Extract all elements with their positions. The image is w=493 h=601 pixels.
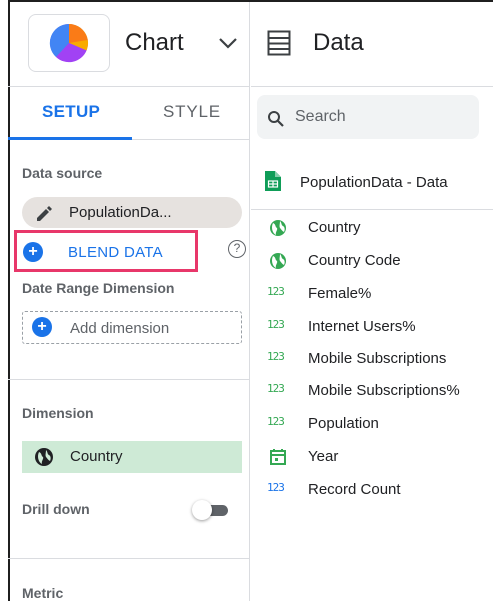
data-source-name: PopulationDa... (69, 204, 172, 221)
date-range-label: Date Range Dimension (22, 280, 175, 296)
section-divider (251, 209, 493, 210)
chart-type-picker[interactable] (28, 14, 110, 72)
drill-down-label: Drill down (22, 501, 90, 517)
field-item[interactable]: 123 Internet Users% (267, 316, 493, 338)
panel-tabs: SETUP STYLE (8, 88, 250, 140)
field-item[interactable]: Year (267, 446, 493, 468)
field-item[interactable]: Country (267, 217, 493, 239)
toggle-thumb (192, 500, 212, 520)
plus-icon[interactable]: + (23, 242, 43, 262)
drill-down-toggle[interactable] (192, 500, 230, 520)
data-panel-title: Data (313, 29, 364, 56)
search-placeholder: Search (295, 108, 346, 125)
field-name: Internet Users% (308, 318, 416, 335)
globe-icon (35, 448, 53, 466)
blend-data-button[interactable]: BLEND DATA (68, 244, 163, 261)
data-source-chip[interactable]: PopulationDa... (22, 197, 242, 228)
field-name: Year (308, 448, 339, 465)
plus-icon: + (32, 317, 52, 337)
metric-label: Metric (22, 585, 64, 601)
globe-icon (270, 220, 286, 236)
number-icon: 123 (267, 481, 285, 494)
pencil-icon[interactable] (34, 203, 54, 223)
number-icon: 123 (267, 350, 285, 363)
data-panel: Data Search PopulationData - Data Countr… (251, 2, 493, 601)
chart-type-header[interactable]: Chart (8, 2, 250, 87)
number-icon: 123 (267, 285, 285, 298)
field-name: Mobile Subscriptions (308, 350, 447, 367)
field-name: Record Count (308, 481, 401, 498)
chart-title: Chart (125, 29, 184, 56)
section-divider (8, 379, 250, 380)
data-source-title: PopulationData - Data (300, 174, 448, 191)
data-source-row[interactable]: PopulationData - Data (265, 170, 448, 197)
tab-style[interactable]: STYLE (163, 102, 221, 122)
field-item[interactable]: Country Code (267, 250, 493, 272)
globe-icon (270, 253, 286, 269)
field-search-input[interactable]: Search (257, 95, 479, 139)
number-icon: 123 (267, 318, 285, 331)
sheets-icon (265, 171, 281, 191)
add-dimension-label: Add dimension (70, 320, 170, 337)
field-name: Country (308, 219, 361, 236)
data-panel-header: Data (251, 2, 493, 87)
active-tab-indicator (8, 137, 132, 140)
search-icon (268, 111, 284, 127)
dimension-label: Dimension (22, 405, 94, 421)
field-item[interactable]: 123 Mobile Subscriptions (267, 348, 493, 370)
table-icon (267, 30, 291, 56)
number-icon: 123 (267, 382, 285, 395)
calendar-icon (270, 449, 286, 465)
data-source-label: Data source (22, 165, 103, 181)
dimension-chip-label: Country (70, 448, 123, 465)
field-name: Country Code (308, 252, 401, 269)
dimension-chip-country[interactable]: Country (22, 441, 242, 473)
help-icon[interactable]: ? (228, 240, 246, 258)
field-name: Mobile Subscriptions% (308, 382, 460, 399)
field-item[interactable]: 123 Population (267, 413, 493, 435)
add-dimension-button[interactable]: + Add dimension (22, 311, 242, 344)
field-name: Female% (308, 285, 372, 302)
field-item[interactable]: 123 Mobile Subscriptions% (267, 380, 493, 402)
number-icon: 123 (267, 415, 285, 428)
field-item[interactable]: 123 Female% (267, 283, 493, 305)
pie-chart-icon (49, 23, 89, 63)
properties-panel: Chart SETUP STYLE Data source Population… (8, 2, 250, 601)
section-divider (8, 558, 250, 559)
field-name: Population (308, 415, 379, 432)
field-item[interactable]: 123 Record Count (267, 479, 493, 501)
chevron-down-icon[interactable] (218, 36, 238, 50)
tab-setup[interactable]: SETUP (42, 102, 100, 122)
